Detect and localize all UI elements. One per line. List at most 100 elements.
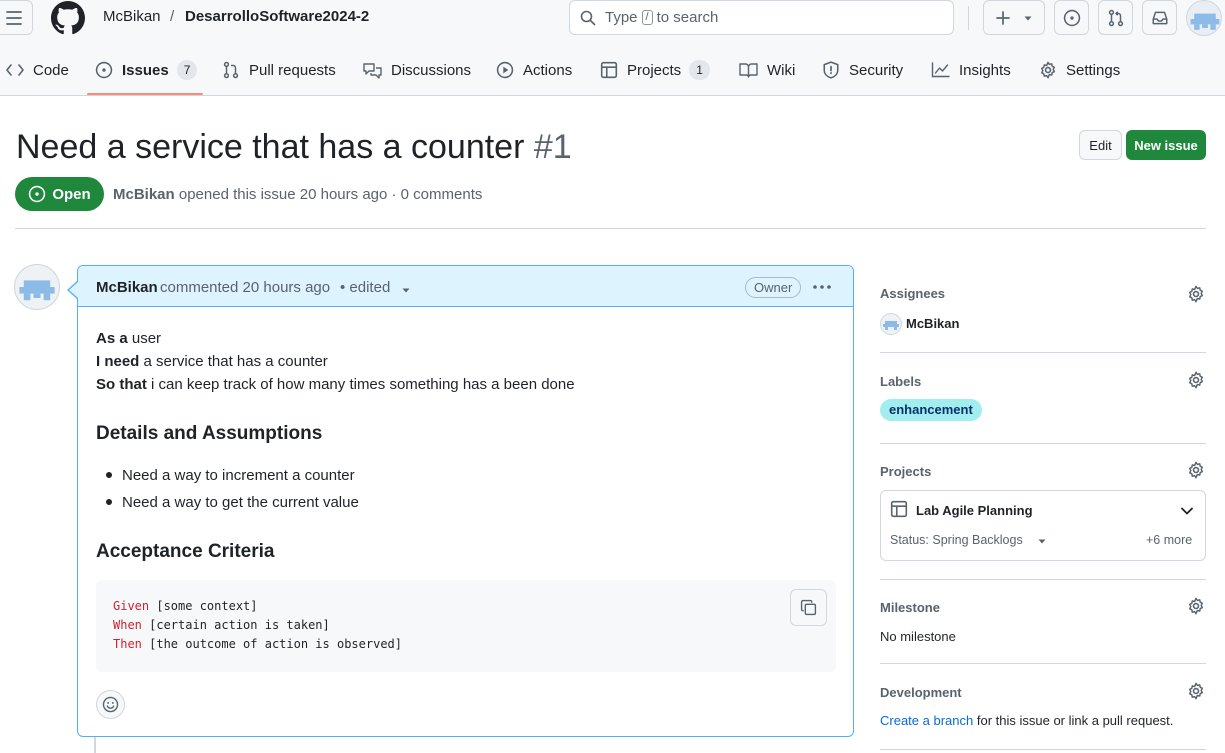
tab-label: Code	[33, 61, 69, 79]
git-pull-request-icon	[1108, 9, 1123, 26]
projects-heading[interactable]: Projects	[880, 464, 931, 479]
assignees-heading[interactable]: Assignees	[880, 286, 945, 301]
code-icon	[6, 64, 24, 76]
tab-issues[interactable]: Issues 7	[95, 52, 198, 88]
issue-title-text: Need a service that has a counter	[16, 128, 525, 166]
tab-settings[interactable]: Settings	[1039, 52, 1120, 88]
git-pull-request-icon	[223, 61, 239, 79]
chevron-down-icon[interactable]	[1180, 504, 1194, 518]
labels-heading[interactable]: Labels	[880, 374, 921, 389]
tab-label: Settings	[1066, 61, 1121, 79]
comment-meta[interactable]: commented 20 hours ago	[160, 279, 330, 296]
tab-label: Projects	[627, 61, 682, 79]
assignee-name[interactable]: McBikan	[906, 316, 959, 331]
project-more[interactable]: +6 more	[1146, 533, 1192, 547]
copy-icon	[800, 599, 817, 616]
gear-icon	[1040, 61, 1056, 79]
divider	[15, 228, 1206, 229]
gear-icon[interactable]	[1187, 371, 1205, 389]
bullet	[106, 472, 112, 478]
comment-pointer-fill	[69, 282, 78, 298]
gear-icon[interactable]	[1187, 461, 1205, 479]
copy-button[interactable]	[790, 589, 827, 626]
tab-discussions[interactable]: Discussions	[363, 52, 471, 88]
tab-code[interactable]: Code	[6, 52, 69, 88]
create-new-button[interactable]	[983, 0, 1045, 35]
book-icon	[739, 63, 758, 78]
code-keyword: Then	[113, 637, 142, 651]
status-label: Open	[52, 185, 91, 203]
story-line: I need a service that has a counter	[96, 350, 328, 373]
issue-title: Need a service that has a counter #1	[16, 126, 572, 168]
assignee-avatar[interactable]	[880, 313, 902, 335]
tab-counter: 7	[176, 60, 198, 80]
issue-opened-icon	[1063, 9, 1080, 26]
issues-button[interactable]	[1054, 0, 1089, 35]
divider	[880, 579, 1206, 580]
comment-edited[interactable]: • edited	[340, 279, 390, 296]
owner-badge: Owner	[745, 277, 802, 298]
edit-button[interactable]: Edit	[1079, 130, 1122, 160]
hamburger-icon	[5, 10, 22, 25]
repo-header: McBikan / DesarrolloSoftware2024-2 Type …	[0, 0, 1225, 96]
tab-actions[interactable]: Actions	[496, 52, 572, 88]
shield-icon	[823, 61, 839, 79]
issue-author[interactable]: McBikan	[113, 186, 175, 203]
code-line: Given [some context]	[113, 597, 258, 616]
tab-label: Discussions	[391, 61, 472, 79]
add-reaction-button[interactable]	[96, 690, 125, 719]
project-name[interactable]: Lab Agile Planning	[916, 503, 1033, 518]
gear-icon[interactable]	[1187, 682, 1205, 700]
tab-security[interactable]: Security	[822, 52, 903, 88]
kebab-horizontal-icon[interactable]	[812, 284, 832, 290]
gear-icon[interactable]	[1187, 285, 1205, 303]
search-input[interactable]: Type / to search	[569, 0, 954, 35]
inbox-button[interactable]	[1142, 0, 1177, 35]
project-card: Lab Agile Planning Status: Spring Backlo…	[880, 490, 1206, 561]
tab-pull-requests[interactable]: Pull requests	[222, 52, 336, 88]
github-logo-icon[interactable]	[51, 1, 85, 35]
milestone-value: No milestone	[880, 629, 956, 644]
table-icon	[890, 500, 908, 518]
criteria-heading: Acceptance Criteria	[96, 541, 275, 562]
user-avatar[interactable]	[1186, 0, 1222, 36]
tab-projects[interactable]: Projects 1	[600, 52, 710, 88]
development-heading[interactable]: Development	[880, 685, 962, 700]
comment-discussion-icon	[363, 62, 382, 79]
pull-requests-button[interactable]	[1098, 0, 1133, 35]
story-text: user	[127, 330, 162, 347]
breadcrumb-separator: /	[170, 8, 175, 25]
issue-number: #1	[533, 128, 572, 166]
triangle-down-icon[interactable]	[1037, 536, 1047, 546]
code-text: [the outcome of action is observed]	[141, 637, 402, 651]
comment-avatar[interactable]	[14, 264, 60, 310]
new-issue-button[interactable]: New issue	[1126, 130, 1206, 160]
label-badge[interactable]: enhancement	[880, 399, 982, 421]
comment-box: McBikan commented 20 hours ago • edited …	[77, 265, 854, 737]
code-block: Given [some context] When [certain actio…	[96, 580, 836, 672]
list-item: Need a way to get the current value	[122, 494, 359, 511]
code-line: When [certain action is taken]	[113, 616, 330, 635]
search-suffix: to search	[656, 9, 719, 26]
code-line: Then [the outcome of action is observed]	[113, 635, 402, 654]
menu-button[interactable]	[0, 0, 33, 35]
milestone-heading[interactable]: Milestone	[880, 600, 940, 615]
breadcrumb-repo[interactable]: DesarrolloSoftware2024-2	[185, 8, 369, 26]
gear-icon[interactable]	[1187, 597, 1205, 615]
create-branch-link[interactable]: Create a branch	[880, 713, 973, 728]
search-shortcut-key: /	[641, 10, 653, 25]
tab-wiki[interactable]: Wiki	[739, 52, 795, 88]
issue-meta: McBikan opened this issue 20 hours ago ·…	[113, 186, 482, 203]
breadcrumb-owner[interactable]: McBikan	[103, 8, 161, 26]
tab-insights[interactable]: Insights	[931, 52, 1011, 88]
status-badge: Open	[15, 177, 104, 211]
project-status[interactable]: Status: Spring Backlogs	[890, 533, 1023, 547]
code-keyword: Given	[113, 599, 150, 613]
code-text: [some context]	[149, 599, 258, 613]
active-tab-underline	[87, 93, 203, 95]
timeline-line	[94, 737, 96, 753]
table-icon	[600, 61, 618, 79]
comment-author[interactable]: McBikan	[96, 279, 158, 296]
tab-label: Insights	[959, 61, 1011, 79]
triangle-down-icon[interactable]	[401, 285, 411, 295]
